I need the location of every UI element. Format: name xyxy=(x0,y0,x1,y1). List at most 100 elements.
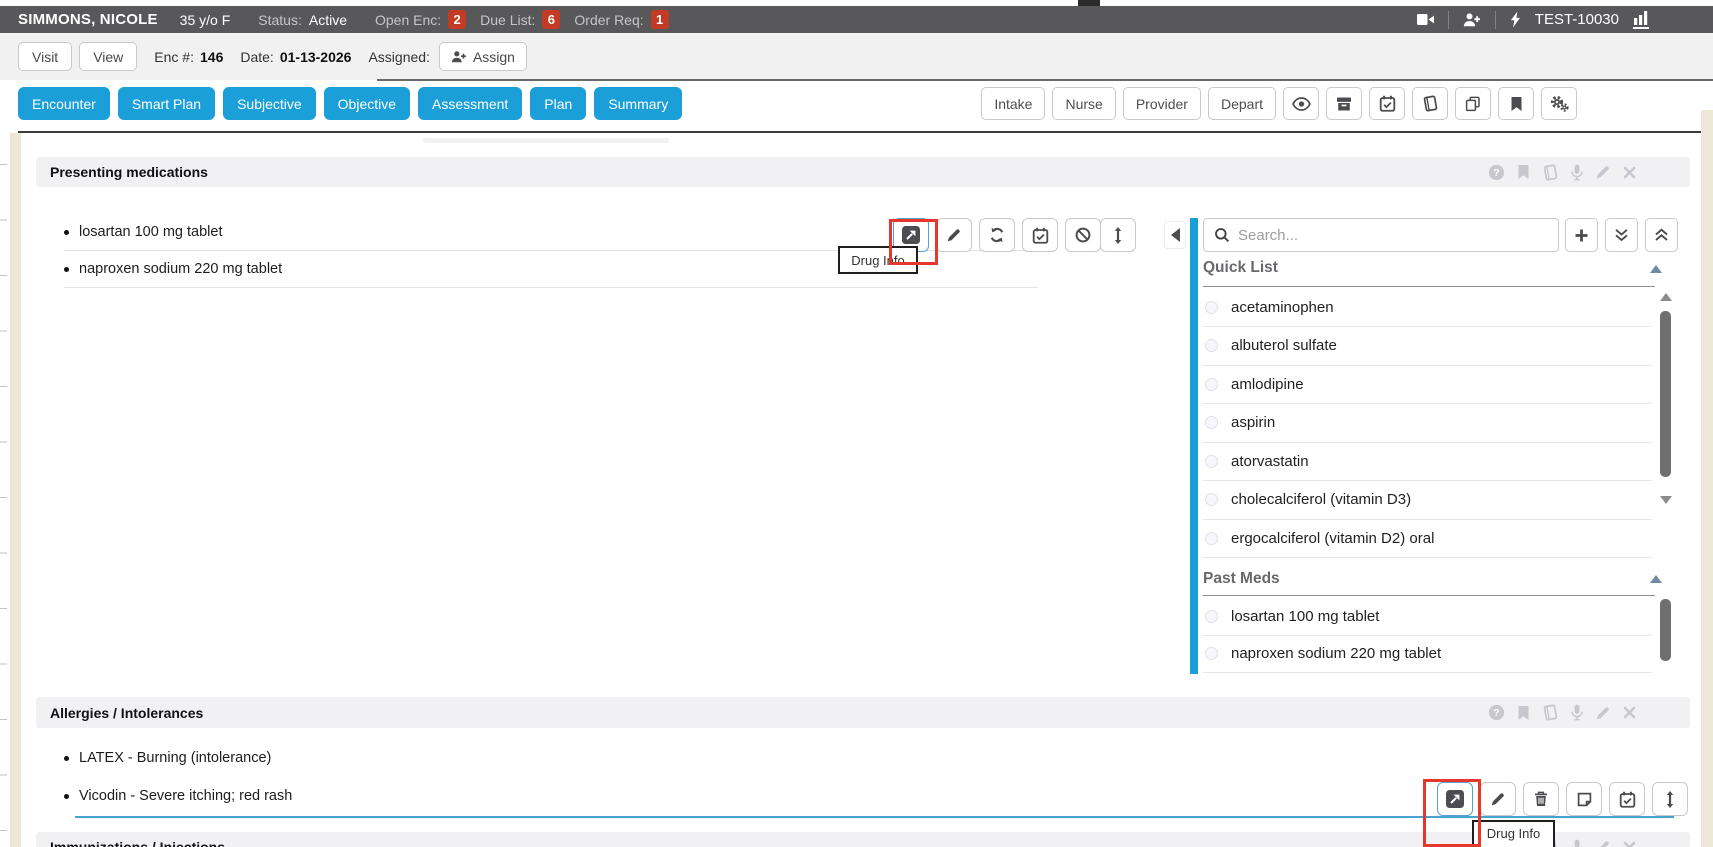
med-select-circle[interactable] xyxy=(1205,301,1218,314)
stage-button-provider[interactable]: Provider xyxy=(1123,87,1201,120)
chart-book-button[interactable] xyxy=(1412,87,1448,120)
quick-list-item[interactable]: amlodipine xyxy=(1203,366,1652,405)
visit-button[interactable]: Visit xyxy=(18,42,72,71)
scrollbar-down-arrow[interactable] xyxy=(1660,496,1672,504)
past-meds-collapse-triangle[interactable] xyxy=(1650,575,1662,583)
close-icon[interactable] xyxy=(1623,166,1636,179)
search-icon xyxy=(1214,227,1230,243)
med-select-circle[interactable] xyxy=(1205,610,1218,623)
close-icon[interactable] xyxy=(1623,841,1636,847)
microphone-icon[interactable] xyxy=(1571,704,1583,721)
tab-subjective[interactable]: Subjective xyxy=(223,87,316,120)
reorder-allergy-button[interactable] xyxy=(1652,782,1688,816)
allergy-list-item[interactable]: LATEX - Burning (intolerance) xyxy=(64,749,271,767)
allergy-list-item[interactable]: Vicodin - Severe itching; red rash xyxy=(64,787,292,805)
quick-list-rule xyxy=(1203,286,1655,287)
status-label: Status: xyxy=(258,12,302,28)
book-icon[interactable] xyxy=(1542,164,1559,181)
tab-assessment[interactable]: Assessment xyxy=(418,87,522,120)
allergy-item-text: Vicodin - Severe itching; red rash xyxy=(79,788,292,804)
renew-med-button[interactable] xyxy=(979,218,1015,252)
quick-list-item[interactable]: albuterol sulfate xyxy=(1203,327,1652,366)
med-search-input[interactable] xyxy=(1238,227,1548,244)
stage-button-nurse[interactable]: Nurse xyxy=(1052,87,1115,120)
microphone-icon[interactable] xyxy=(1571,164,1583,181)
past-meds-item-text: losartan 100 mg tablet xyxy=(1231,608,1379,625)
scrolled-section-remnant xyxy=(423,138,669,143)
quick-list-item[interactable]: ergocalciferol (vitamin D2) oral xyxy=(1203,520,1652,559)
schedule-med-button[interactable] xyxy=(1022,218,1058,252)
archive-button[interactable] xyxy=(1326,87,1362,120)
bookmark-icon[interactable] xyxy=(1517,164,1530,180)
view-button[interactable]: View xyxy=(79,42,137,71)
assign-button[interactable]: Assign xyxy=(439,42,527,71)
lightning-icon[interactable] xyxy=(1510,11,1521,28)
discontinue-med-button[interactable] xyxy=(1065,218,1101,252)
panel-collapse-button[interactable] xyxy=(1164,221,1186,249)
edit-med-button[interactable] xyxy=(936,218,972,252)
quick-list-item[interactable]: cholecalciferol (vitamin D3) xyxy=(1203,481,1652,520)
help-icon[interactable]: ? xyxy=(1488,164,1505,181)
stage-label: Intake xyxy=(994,96,1032,112)
help-icon[interactable]: ? xyxy=(1488,704,1505,721)
microphone-icon[interactable] xyxy=(1571,839,1583,847)
close-icon[interactable] xyxy=(1623,706,1636,719)
tab-plan[interactable]: Plan xyxy=(530,87,586,120)
edit-pencil-icon[interactable] xyxy=(1595,839,1611,847)
med-select-circle[interactable] xyxy=(1205,455,1218,468)
note-allergy-button[interactable] xyxy=(1566,782,1602,816)
assign-button-label: Assign xyxy=(473,49,515,65)
annotation-highlight-box xyxy=(889,219,938,265)
med-select-circle[interactable] xyxy=(1205,378,1218,391)
settings-button[interactable] xyxy=(1541,87,1577,120)
past-meds-item[interactable]: losartan 100 mg tablet xyxy=(1203,598,1652,636)
video-camera-icon[interactable] xyxy=(1417,13,1434,26)
edit-allergy-button[interactable] xyxy=(1480,782,1516,816)
encounter-number: Enc #: 146 xyxy=(154,49,223,65)
ehr-application: SIMMONS, NICOLE 35 y/o F Status: Active … xyxy=(0,0,1713,847)
collapse-all-button[interactable] xyxy=(1605,218,1638,252)
add-med-button[interactable] xyxy=(1565,218,1598,252)
open-enc-badge[interactable]: 2 xyxy=(448,10,466,29)
quick-list-collapse-triangle[interactable] xyxy=(1650,265,1662,273)
bar-chart-icon[interactable] xyxy=(1633,10,1649,29)
quick-list-item[interactable]: atorvastatin xyxy=(1203,443,1652,482)
tab-label: Subjective xyxy=(237,96,302,112)
tab-encounter[interactable]: Encounter xyxy=(18,87,110,120)
quick-list-item-text: amlodipine xyxy=(1231,376,1304,393)
due-list-badge[interactable]: 6 xyxy=(542,10,560,29)
med-select-circle[interactable] xyxy=(1205,339,1218,352)
med-select-circle[interactable] xyxy=(1205,493,1218,506)
stage-button-depart[interactable]: Depart xyxy=(1208,87,1276,120)
scrollbar-thumb[interactable] xyxy=(1660,311,1671,477)
order-req-badge[interactable]: 1 xyxy=(651,10,669,29)
copy-button[interactable] xyxy=(1455,87,1491,120)
tab-objective[interactable]: Objective xyxy=(324,87,410,120)
eye-button[interactable] xyxy=(1283,87,1319,120)
add-user-icon[interactable] xyxy=(1463,12,1481,27)
schedule-button[interactable] xyxy=(1369,87,1405,120)
book-icon xyxy=(1422,95,1439,112)
quick-list-item[interactable]: acetaminophen xyxy=(1203,289,1652,328)
delete-allergy-button[interactable] xyxy=(1523,782,1559,816)
expand-all-button[interactable] xyxy=(1645,218,1678,252)
past-meds-item[interactable]: naproxen sodium 220 mg tablet xyxy=(1203,636,1652,674)
tab-smart-plan[interactable]: Smart Plan xyxy=(118,87,215,120)
reorder-med-button[interactable] xyxy=(1100,218,1136,252)
quick-list-item[interactable]: aspirin xyxy=(1203,404,1652,443)
stage-button-intake[interactable]: Intake xyxy=(981,87,1045,120)
edit-pencil-icon[interactable] xyxy=(1595,705,1611,721)
med-select-circle[interactable] xyxy=(1205,532,1218,545)
scrollbar-up-arrow[interactable] xyxy=(1660,293,1672,301)
bookmark-button[interactable] xyxy=(1498,87,1534,120)
edit-pencil-icon[interactable] xyxy=(1595,164,1611,180)
med-select-circle[interactable] xyxy=(1205,647,1218,660)
bookmark-icon[interactable] xyxy=(1517,705,1530,721)
quick-list-item-text: aspirin xyxy=(1231,414,1275,431)
tab-summary[interactable]: Summary xyxy=(594,87,682,120)
med-select-circle[interactable] xyxy=(1205,416,1218,429)
status-value: Active xyxy=(309,12,347,28)
schedule-allergy-button[interactable] xyxy=(1609,782,1645,816)
book-icon[interactable] xyxy=(1542,704,1559,721)
scrollbar-thumb[interactable] xyxy=(1660,599,1671,661)
